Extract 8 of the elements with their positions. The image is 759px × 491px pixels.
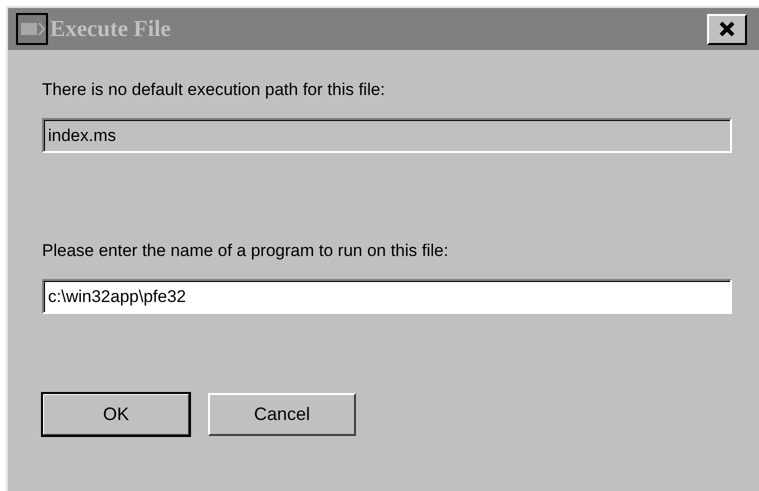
field-label: Please enter the name of a program to run on this file:: [42, 241, 450, 262]
program-field[interactable]: c:\win32app\pfe32: [42, 279, 732, 314]
window-title: Execute File: [50, 16, 172, 42]
cancel-button[interactable]: Cancel: [208, 393, 356, 436]
field-label: There is no default execution path for this file:: [42, 80, 386, 101]
app-icon: [16, 13, 48, 45]
ok-button[interactable]: OK: [42, 393, 190, 436]
close-icon: [718, 21, 736, 37]
